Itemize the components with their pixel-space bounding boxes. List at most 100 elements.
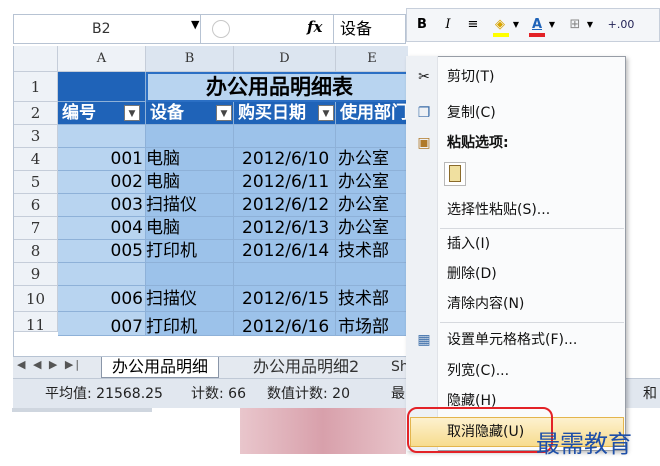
cell-b3[interactable] (146, 125, 234, 148)
cell-a3[interactable] (58, 125, 146, 148)
name-box-dropdown-icon[interactable]: ▼ (191, 18, 199, 31)
cell-date[interactable]: 2012/6/11 (234, 171, 336, 194)
select-all-corner[interactable] (14, 46, 58, 72)
border-icon[interactable]: ⊞ (567, 15, 583, 35)
cell-date[interactable]: 2012/6/10 (234, 148, 336, 171)
cell-device[interactable]: 电脑 (146, 171, 234, 194)
cell-dept[interactable]: 办公室 (336, 171, 408, 194)
menu-item-paste-special[interactable]: 选择性粘贴(S)... (407, 195, 625, 225)
row-header-5[interactable]: 5 (14, 171, 58, 194)
cell-date[interactable]: 2012/6/12 (234, 194, 336, 217)
row-header-10[interactable]: 10 (14, 286, 58, 312)
status-sum: 和 (643, 386, 657, 402)
status-numcount: 数值计数: 20 (267, 386, 350, 402)
align-center-button[interactable]: ≡ (465, 15, 481, 35)
header-cell-device[interactable]: 设备 ▼ (146, 102, 234, 125)
formula-input[interactable]: 设备 (334, 14, 406, 44)
status-trailing: 最 (391, 386, 405, 402)
cell-dept[interactable]: 办公室 (336, 148, 408, 171)
table-title[interactable]: 办公用品明细表 (146, 72, 408, 102)
cell-id[interactable]: 001 (58, 148, 146, 171)
cell-id[interactable]: 006 (58, 286, 146, 312)
cell-device[interactable]: 扫描仪 (146, 286, 234, 312)
bold-button[interactable]: B (415, 15, 429, 35)
cell-date[interactable]: 2012/6/15 (234, 286, 336, 312)
font-color-dropdown-icon[interactable]: ▼ (547, 15, 557, 35)
cell-e9[interactable] (336, 263, 408, 286)
format-cells-icon: ▦ (417, 332, 431, 348)
cell-d9[interactable] (234, 263, 336, 286)
header-cell-dept[interactable]: 使用部门 (336, 102, 408, 125)
paste-button[interactable] (444, 162, 466, 186)
status-count: 计数: 66 (191, 386, 246, 402)
cell-date[interactable]: 2012/6/16 (234, 312, 336, 336)
cell-device[interactable]: 电脑 (146, 148, 234, 171)
row-header-9[interactable]: 9 (14, 263, 58, 286)
cell-b9[interactable] (146, 263, 234, 286)
cell-dept[interactable]: 技术部 (336, 240, 408, 263)
menu-item-column-width[interactable]: 列宽(C)... (407, 356, 625, 386)
cell-id[interactable]: 002 (58, 171, 146, 194)
cell-date[interactable]: 2012/6/14 (234, 240, 336, 263)
menu-separator (440, 322, 624, 323)
column-header-d[interactable]: D (234, 46, 336, 72)
row-header-11[interactable]: 11 (14, 312, 58, 334)
cell-dept[interactable]: 办公室 (336, 217, 408, 240)
filter-dropdown-icon[interactable]: ▼ (216, 105, 232, 121)
row-header-4[interactable]: 4 (14, 148, 58, 171)
sheet-tab-active[interactable]: 办公用品明细 (101, 357, 220, 378)
fill-color-icon[interactable]: ◈ (491, 15, 509, 35)
cell-dept[interactable]: 市场部 (336, 312, 408, 336)
row-header-8[interactable]: 8 (14, 240, 58, 263)
header-cell-date[interactable]: 购买日期 ▼ (234, 102, 336, 125)
font-color-icon[interactable]: A (529, 15, 545, 35)
row-header-1[interactable]: 1 (14, 72, 58, 102)
cell-device[interactable]: 打印机 (146, 312, 234, 336)
cell-id[interactable]: 003 (58, 194, 146, 217)
row-header-6[interactable]: 6 (14, 194, 58, 217)
insert-function-icon[interactable]: fx (307, 18, 322, 36)
cell-device[interactable]: 电脑 (146, 217, 234, 240)
column-header-a[interactable]: A (58, 46, 146, 72)
column-header-b[interactable]: B (146, 46, 234, 72)
row-header-3[interactable]: 3 (14, 125, 58, 148)
cell-device[interactable]: 扫描仪 (146, 194, 234, 217)
worksheet-grid[interactable]: A B D E 1 2 3 4 5 6 7 8 9 10 11 办公用品明细表 … (13, 46, 408, 356)
column-header-e[interactable]: E (336, 46, 408, 72)
border-dropdown-icon[interactable]: ▼ (585, 15, 595, 35)
cell-id[interactable]: 005 (58, 240, 146, 263)
menu-item-copy[interactable]: ❐ 复制(C) (407, 98, 625, 128)
cell-dept[interactable]: 办公室 (336, 194, 408, 217)
obscured-region (240, 408, 406, 454)
cell-e3[interactable] (336, 125, 408, 148)
cell-dept[interactable]: 技术部 (336, 286, 408, 312)
menu-item-insert[interactable]: 插入(I) (407, 229, 625, 259)
menu-item-delete[interactable]: 删除(D) (407, 259, 625, 289)
increase-decimal-icon[interactable]: +.00 (603, 15, 639, 35)
italic-button[interactable]: I (441, 15, 455, 35)
header-cell-id[interactable]: 编号 ▼ (58, 102, 146, 125)
cell-id[interactable]: 007 (58, 312, 146, 336)
cell-d3[interactable] (234, 125, 336, 148)
header-label: 编号 (62, 103, 96, 123)
cell-a1[interactable] (58, 72, 146, 102)
fill-dropdown-icon[interactable]: ▼ (511, 15, 521, 35)
cell-a9[interactable] (58, 263, 146, 286)
filter-dropdown-icon[interactable]: ▼ (318, 105, 334, 121)
filter-dropdown-icon[interactable]: ▼ (124, 105, 140, 121)
cell-date[interactable]: 2012/6/13 (234, 217, 336, 240)
menu-paste-options-header: ▣ 粘贴选项: (407, 128, 625, 158)
row-header-2[interactable]: 2 (14, 102, 58, 125)
sheet-tab[interactable]: 办公用品明细2 (245, 357, 367, 378)
cell-device[interactable]: 打印机 (146, 240, 234, 263)
cell-id[interactable]: 004 (58, 217, 146, 240)
font-color-swatch (529, 33, 545, 37)
menu-item-cut[interactable]: ✂ 剪切(T) (407, 62, 625, 92)
row-header-7[interactable]: 7 (14, 217, 58, 240)
cancel-circle-icon[interactable] (212, 20, 230, 38)
menu-item-format-cells[interactable]: ▦ 设置单元格格式(F)... (407, 325, 625, 355)
sheet-nav-buttons[interactable]: ◀ ◀ ▶ ▶| (17, 358, 81, 371)
menu-item-clear[interactable]: 清除内容(N) (407, 289, 625, 319)
name-box[interactable]: B2 (13, 14, 201, 44)
watermark-text: 最需教育 (536, 430, 632, 458)
